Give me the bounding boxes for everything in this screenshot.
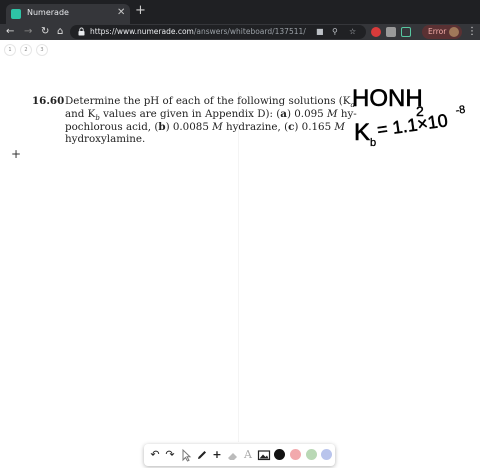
- browser-tab[interactable]: Numerade ✕: [6, 4, 130, 24]
- page-1-button[interactable]: 1: [4, 44, 16, 56]
- extension-red-icon[interactable]: [371, 27, 381, 37]
- page-3-button[interactable]: 3: [36, 44, 48, 56]
- handwriting-value: = 1.1×10: [376, 110, 449, 140]
- crosshair-cursor-icon: +: [11, 147, 22, 161]
- molar-unit-a: M: [327, 107, 338, 120]
- handwriting-line-1: HONH: [352, 85, 423, 112]
- problem-text-2b: values are given in Appendix D): (: [99, 107, 281, 120]
- plus-icon[interactable]: +: [210, 448, 224, 462]
- color-swatch-green[interactable]: [306, 449, 317, 460]
- part-b-label: b: [158, 120, 166, 133]
- avatar: [449, 27, 459, 37]
- problem-line-3: pochlorous acid, (b) 0.0085 M hydrazine,…: [65, 121, 345, 134]
- browser-tab-bar: Numerade ✕ +: [0, 0, 480, 24]
- home-icon[interactable]: ⌂: [57, 24, 63, 40]
- color-swatch-blue[interactable]: [321, 449, 332, 460]
- problem-text-3d: ) 0.165: [294, 120, 335, 133]
- pen-icon[interactable]: [195, 448, 209, 462]
- problem-text-1: Determine the pH of each of the followin…: [65, 95, 351, 107]
- color-swatch-black[interactable]: [274, 449, 285, 460]
- new-tab-button[interactable]: +: [135, 3, 146, 19]
- video-icon[interactable]: ■: [316, 26, 324, 38]
- molar-unit-c: M: [334, 120, 345, 133]
- profile-error-button[interactable]: Error: [422, 25, 462, 39]
- forward-icon[interactable]: →: [24, 24, 32, 40]
- problem-text-3b: ) 0.0085: [165, 120, 213, 133]
- back-icon[interactable]: ←: [6, 24, 14, 40]
- url-text: https://www.numerade.com/answers/whitebo…: [90, 27, 306, 36]
- problem-text-2c: ) 0.095: [286, 107, 328, 120]
- extension-screen-icon[interactable]: [401, 27, 411, 37]
- part-a-label: a: [280, 107, 287, 120]
- numerade-favicon-icon: [11, 9, 21, 19]
- lock-icon: [78, 27, 85, 36]
- handwritten-annotation: HONH 2 K b = 1.1×10 -8: [352, 85, 467, 149]
- error-label: Error: [428, 27, 447, 36]
- handwriting-k: K: [354, 119, 370, 146]
- browser-toolbar: ← → ↻ ⌂ https://www.numerade.com/answers…: [0, 24, 480, 40]
- problem-text-2: and K: [65, 107, 96, 120]
- image-icon[interactable]: [257, 448, 271, 462]
- address-bar[interactable]: https://www.numerade.com/answers/whitebo…: [70, 25, 366, 39]
- handwriting-subscript-b: b: [370, 137, 376, 149]
- problem-text-3: pochlorous acid, (: [65, 120, 159, 133]
- reload-icon[interactable]: ↻: [41, 24, 49, 40]
- undo-icon[interactable]: ↶: [148, 448, 162, 462]
- url-path: /answers/whiteboard/137511/: [193, 27, 306, 36]
- extension-s-icon[interactable]: [386, 27, 396, 37]
- molar-unit-b: M: [212, 120, 223, 133]
- handwriting-exponent: -8: [455, 104, 466, 117]
- whiteboard-divider: [238, 92, 239, 442]
- tab-close-icon[interactable]: ✕: [117, 6, 125, 20]
- drawing-toolbar: ↶ ↷ + A: [144, 444, 335, 466]
- color-swatch-pink[interactable]: [290, 449, 301, 460]
- problem-text-4: hydroxylamine.: [65, 133, 146, 146]
- url-host: https://www.numerade.com: [90, 27, 194, 36]
- redo-icon[interactable]: ↷: [163, 448, 177, 462]
- page-2-button[interactable]: 2: [20, 44, 32, 56]
- text-icon[interactable]: A: [241, 448, 255, 462]
- problem-line-4: hydroxylamine.: [65, 133, 145, 146]
- menu-icon[interactable]: ⋮: [467, 24, 477, 40]
- star-icon[interactable]: ☆: [349, 26, 356, 38]
- eraser-icon[interactable]: [226, 448, 240, 462]
- search-icon[interactable]: ⚲: [332, 26, 338, 38]
- pointer-icon[interactable]: [179, 448, 193, 462]
- tab-title: Numerade: [27, 8, 69, 17]
- problem-text-3c: hydrazine, (: [222, 120, 289, 133]
- problem-number: 16.60: [32, 95, 65, 107]
